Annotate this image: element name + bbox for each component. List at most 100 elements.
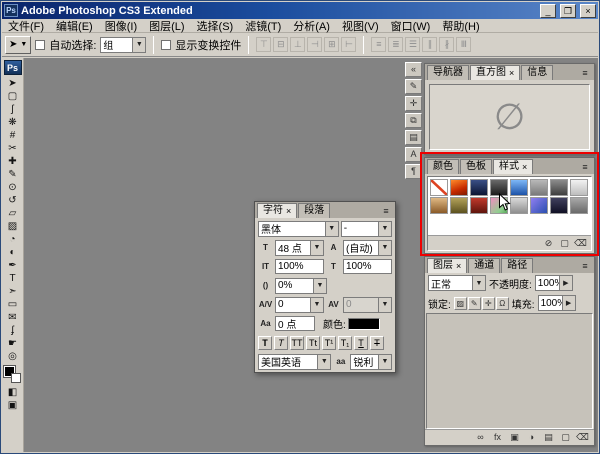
font-family-combo[interactable]: 黑体 ▼ <box>258 221 339 237</box>
proportional-spacing-combo[interactable]: 0% ▼ <box>275 278 327 294</box>
chevron-down-icon[interactable]: ▼ <box>313 279 326 293</box>
chevron-down-icon[interactable]: ▼ <box>310 241 323 255</box>
link-layers-button[interactable]: ∞ <box>474 431 487 444</box>
kerning-combo[interactable]: 0 ▼ <box>275 297 324 313</box>
faux-italic-button[interactable]: T <box>274 336 288 350</box>
layer-comps-panel-icon[interactable]: ▤ <box>405 130 422 145</box>
leading-combo[interactable]: (自动) ▼ <box>343 240 392 256</box>
faux-bold-button[interactable]: T <box>258 336 272 350</box>
subscript-button[interactable]: T₁ <box>338 336 352 350</box>
small-caps-button[interactable]: Tt <box>306 336 320 350</box>
vertical-scale-field[interactable]: 100% <box>275 259 324 274</box>
chevron-down-icon[interactable]: ▼ <box>132 38 145 52</box>
navigator-tab-histogram[interactable]: 直方图× <box>470 65 520 80</box>
style-swatch-7[interactable] <box>550 179 568 196</box>
horizontal-scale-field[interactable]: 100% <box>343 259 392 274</box>
chevron-down-icon[interactable]: ▼ <box>310 298 323 312</box>
distribute-top-edges-button[interactable]: ≡ <box>371 37 386 52</box>
adjustment-layer-button[interactable]: ◑ <box>525 431 538 444</box>
layer-group-button[interactable]: ▤ <box>542 431 555 444</box>
layers-tab-layers[interactable]: 图层× <box>427 258 467 273</box>
clone-stamp-tool[interactable]: ⊙ <box>3 181 23 194</box>
chevron-down-icon[interactable]: ▼ <box>472 276 485 290</box>
path-selection-tool[interactable]: ➣ <box>3 285 23 298</box>
character-panel-menu-icon[interactable]: ≡ <box>379 205 393 218</box>
baseline-shift-field[interactable]: 0 点 <box>275 316 315 331</box>
maximize-button[interactable]: ❐ <box>560 4 576 18</box>
notes-tool[interactable]: ✉ <box>3 311 23 324</box>
delete-style-button[interactable]: ⌫ <box>574 237 587 250</box>
auto-select-checkbox[interactable] <box>35 40 45 50</box>
style-swatch-6[interactable] <box>530 179 548 196</box>
close-button[interactable]: × <box>580 4 596 18</box>
chevron-down-icon[interactable]: ▼ <box>378 241 391 255</box>
history-brush-tool[interactable]: ↺ <box>3 194 23 207</box>
blur-tool[interactable]: ◔ <box>3 233 23 246</box>
text-color-swatch[interactable] <box>348 318 380 330</box>
style-swatch-13[interactable] <box>510 197 528 214</box>
close-tab-icon[interactable]: × <box>509 69 514 78</box>
language-combo[interactable]: 美国英语 ▼ <box>258 354 331 370</box>
menu-item-analysis[interactable]: 分析(A) <box>287 18 336 34</box>
style-swatch-5[interactable] <box>510 179 528 196</box>
character-panel-icon[interactable]: A <box>405 147 422 162</box>
navigator-tab-navigator[interactable]: 导航器 <box>427 65 469 80</box>
layers-list[interactable] <box>426 313 593 429</box>
layers-tab-channels[interactable]: 通道 <box>468 258 500 273</box>
eraser-tool[interactable]: ▱ <box>3 207 23 220</box>
layers-panel-menu-icon[interactable]: ≡ <box>578 260 592 273</box>
lock-transparency-button[interactable]: ▨ <box>454 297 467 310</box>
styles-tab-styles[interactable]: 样式× <box>493 159 533 174</box>
style-swatch-4[interactable] <box>490 179 508 196</box>
healing-brush-tool[interactable]: ✚ <box>3 155 23 168</box>
opacity-field[interactable]: 100% ▶ <box>535 275 573 291</box>
gradient-tool[interactable]: ▨ <box>3 220 23 233</box>
auto-select-combo[interactable]: 组 ▼ <box>100 37 146 53</box>
menu-item-layer[interactable]: 图层(L) <box>143 18 190 34</box>
dodge-tool[interactable]: ◐ <box>3 246 23 259</box>
show-transform-checkbox[interactable] <box>161 40 171 50</box>
style-swatch-8[interactable] <box>570 179 588 196</box>
styles-tab-color[interactable]: 颜色 <box>427 159 459 174</box>
align-horizontal-centers-button[interactable]: ⊞ <box>324 37 339 52</box>
chevron-down-icon[interactable]: ▼ <box>378 355 391 369</box>
move-tool[interactable]: ➤ <box>3 77 23 90</box>
background-color-swatch[interactable] <box>11 373 21 383</box>
screen-mode-button[interactable]: ▣ <box>3 399 23 412</box>
chevron-down-icon[interactable]: ▼ <box>325 222 338 236</box>
style-swatch-11[interactable] <box>470 197 488 214</box>
chevron-right-icon[interactable]: ▶ <box>562 296 575 310</box>
style-swatch-14[interactable] <box>530 197 548 214</box>
style-swatch-3[interactable] <box>470 179 488 196</box>
lasso-tool[interactable]: ʃ <box>3 103 23 116</box>
close-tab-icon[interactable]: × <box>456 262 461 271</box>
style-swatch-9[interactable] <box>430 197 448 214</box>
clear-style-button[interactable]: ⊘ <box>542 237 555 250</box>
chevron-down-icon[interactable]: ▼ <box>378 222 391 236</box>
clone-source-panel-icon[interactable]: ⧉ <box>405 113 422 128</box>
font-style-combo[interactable]: - ▼ <box>341 221 392 237</box>
chevron-right-icon[interactable]: ▶ <box>559 276 572 290</box>
type-tool[interactable]: T <box>3 272 23 285</box>
align-bottom-edges-button[interactable]: ⊥ <box>290 37 305 52</box>
align-left-edges-button[interactable]: ⊣ <box>307 37 322 52</box>
character-tab-character[interactable]: 字符× <box>257 203 297 218</box>
layer-effects-button[interactable]: fx <box>491 431 504 444</box>
font-size-combo[interactable]: 48 点 ▼ <box>275 240 324 256</box>
pen-tool[interactable]: ✒ <box>3 259 23 272</box>
style-default-none[interactable] <box>430 179 448 196</box>
zoom-tool[interactable]: ◎ <box>3 350 23 363</box>
menu-item-filter[interactable]: 滤镜(T) <box>239 18 287 34</box>
chevron-down-icon[interactable]: ▼ <box>317 355 330 369</box>
layer-mask-button[interactable]: ▣ <box>508 431 521 444</box>
close-tab-icon[interactable]: × <box>522 163 527 172</box>
character-tab-paragraph[interactable]: 段落 <box>298 203 330 218</box>
collapse-dock-chevron-icon[interactable]: « <box>405 62 422 77</box>
navigator-tab-info[interactable]: 信息 <box>521 65 553 80</box>
new-style-button[interactable]: ▢ <box>558 237 571 250</box>
tool-preset-picker[interactable]: ➤ ▼ <box>5 36 31 54</box>
strikethrough-button[interactable]: T <box>370 336 384 350</box>
layers-tab-paths[interactable]: 路径 <box>501 258 533 273</box>
navigator-panel-menu-icon[interactable]: ≡ <box>578 67 592 80</box>
distribute-vertical-centers-button[interactable]: ≣ <box>388 37 403 52</box>
